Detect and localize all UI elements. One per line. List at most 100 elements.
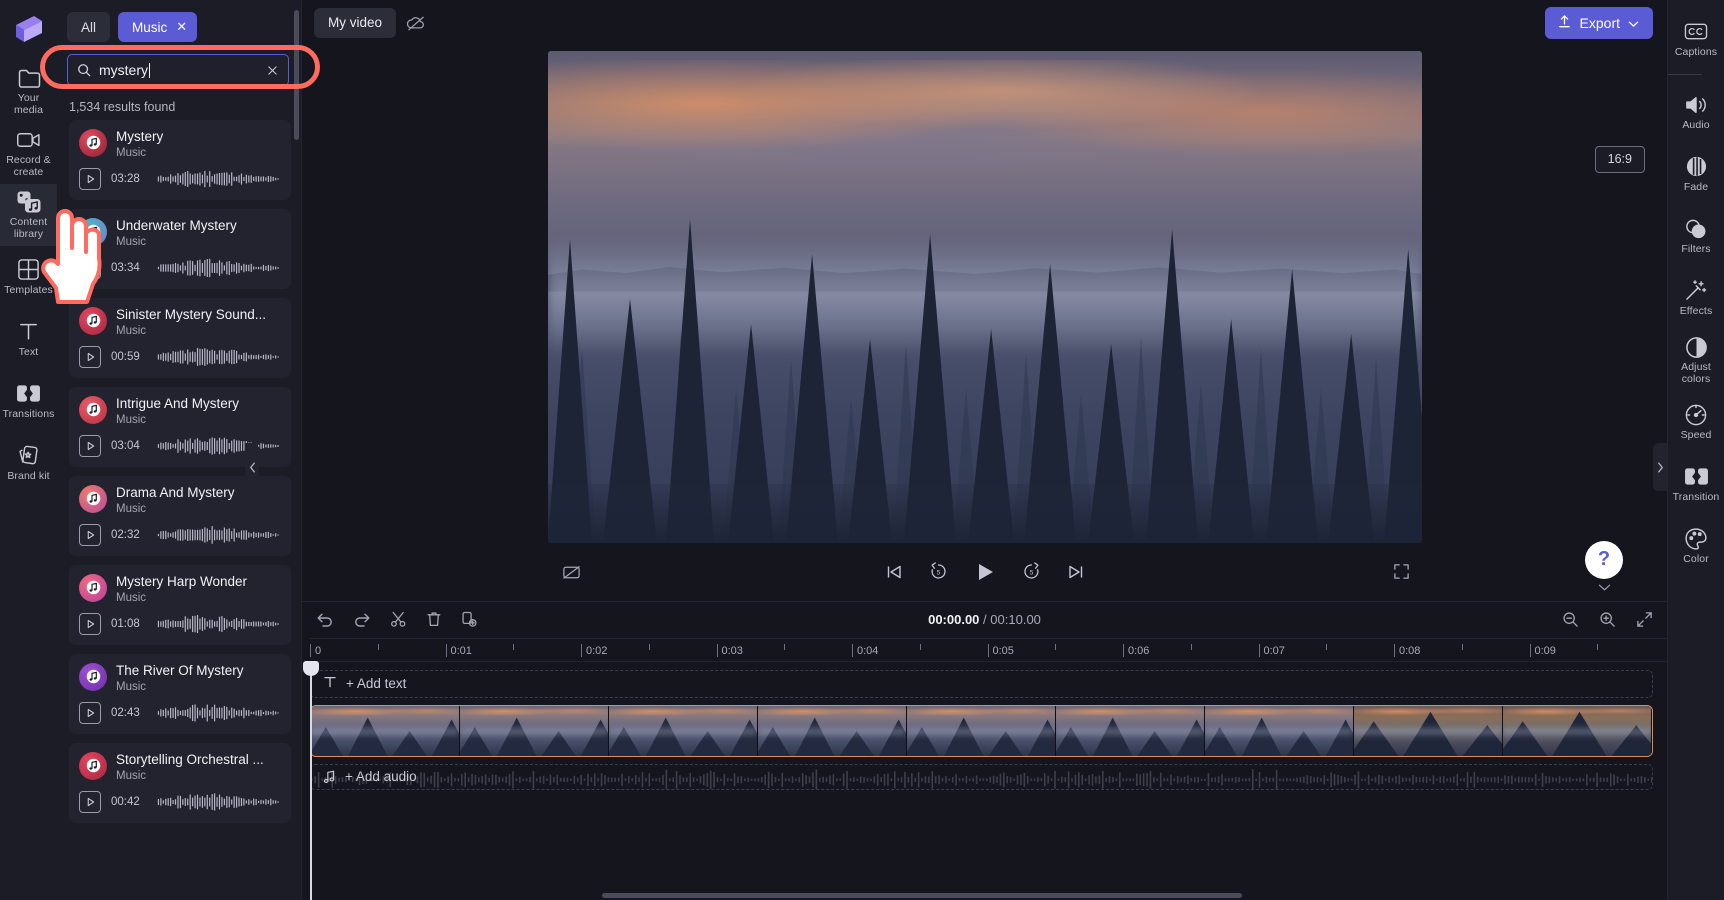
track-duration: 00:59 xyxy=(111,351,140,363)
sidebar-item-record-create[interactable]: Record & create xyxy=(0,122,57,184)
transport-controls: 5 5 xyxy=(885,561,1085,583)
properties-item-label: Speed xyxy=(1680,428,1712,441)
project-tab[interactable]: My video xyxy=(314,7,397,38)
fit-to-screen-icon[interactable] xyxy=(1636,611,1653,628)
video-preview[interactable] xyxy=(547,50,1422,543)
skip-to-start-icon[interactable] xyxy=(885,564,903,580)
library-filter-chips: All Music ✕ xyxy=(57,0,301,50)
track-waveform xyxy=(157,524,281,546)
timeline-ruler[interactable]: 0 0:01 0:02 0:03 0:04 0:05 0:06 0:07 0:08 0:09 xyxy=(310,637,1667,663)
audio-track-row: + Add audio xyxy=(310,763,1653,790)
search-wrapper: mystery xyxy=(57,50,301,92)
playhead-handle[interactable] xyxy=(303,660,319,676)
library-scrollbar[interactable] xyxy=(294,10,299,140)
properties-item-filters[interactable]: Filters xyxy=(1668,205,1724,267)
clipchamp-logo-icon[interactable] xyxy=(9,6,49,52)
play-icon[interactable] xyxy=(79,524,101,546)
filter-chip-music[interactable]: Music ✕ xyxy=(118,12,198,42)
list-item[interactable]: Sinister Mystery Sound... Music 00:59 xyxy=(69,298,291,378)
add-text-track[interactable]: + Add text xyxy=(310,669,1653,698)
list-item[interactable]: Mystery Harp Wonder Music 01:08 xyxy=(69,565,291,645)
play-icon[interactable] xyxy=(79,435,101,457)
skip-to-end-icon[interactable] xyxy=(1067,564,1085,580)
collapse-library-panel-button[interactable] xyxy=(245,443,259,491)
zoom-in-icon[interactable] xyxy=(1599,611,1616,628)
svg-text:5: 5 xyxy=(936,570,940,577)
track-controls: 00:59 xyxy=(79,346,281,368)
list-item[interactable]: The River Of Mystery Music 02:43 xyxy=(69,654,291,734)
ruler-minor-tick xyxy=(513,639,518,663)
music-track-list[interactable]: Mystery Music 03:28 Underwater Mystery Music… xyxy=(57,120,301,900)
clip-thumbnail xyxy=(460,705,609,756)
properties-item-color[interactable]: Color xyxy=(1668,515,1724,577)
video-clip[interactable] xyxy=(310,704,1653,757)
filter-chip-all-label: All xyxy=(81,19,97,35)
subtitles-off-icon[interactable] xyxy=(562,564,581,580)
track-header: Mystery Music xyxy=(79,129,281,159)
add-audio-track[interactable]: + Add audio xyxy=(310,763,1653,790)
redo-icon[interactable] xyxy=(353,612,371,628)
play-button[interactable] xyxy=(974,561,996,583)
music-note-icon xyxy=(86,313,101,330)
play-icon[interactable] xyxy=(79,257,101,279)
sidebar-item-label: Transitions xyxy=(2,407,55,420)
clip-thumbnail xyxy=(758,705,907,756)
help-button[interactable]: ? xyxy=(1585,540,1623,579)
sidebar-item-label: Your media xyxy=(13,92,44,116)
ruler-minor-tick xyxy=(1461,639,1467,663)
cloud-off-icon[interactable] xyxy=(406,15,426,31)
filter-chip-all[interactable]: All xyxy=(67,12,111,42)
music-note-icon xyxy=(86,580,101,597)
timeline-horizontal-scrollbar[interactable] xyxy=(602,893,1242,898)
transition-icon xyxy=(1683,465,1709,489)
clear-icon[interactable] xyxy=(266,64,279,77)
trash-icon[interactable] xyxy=(426,611,442,628)
album-art xyxy=(79,129,107,157)
track-waveform xyxy=(157,257,281,279)
properties-item-fade[interactable]: Fade xyxy=(1668,143,1724,205)
properties-item-audio[interactable]: Audio xyxy=(1668,81,1724,143)
scissors-icon[interactable] xyxy=(390,611,407,628)
play-icon[interactable] xyxy=(79,791,101,813)
sidebar-item-text[interactable]: Text xyxy=(0,308,57,370)
track-duration: 01:08 xyxy=(111,618,140,630)
play-icon[interactable] xyxy=(79,613,101,635)
list-item[interactable]: Underwater Mystery Music 03:34 xyxy=(69,209,291,289)
zoom-out-icon[interactable] xyxy=(1562,611,1579,628)
close-icon[interactable]: ✕ xyxy=(176,19,187,35)
fullscreen-icon[interactable] xyxy=(1393,563,1410,580)
export-button[interactable]: Export xyxy=(1544,6,1653,39)
properties-item-effects[interactable]: Effects xyxy=(1668,267,1724,329)
list-item[interactable]: Storytelling Orchestral ... Music 00:42 xyxy=(69,743,291,823)
properties-item-speed[interactable]: Speed xyxy=(1668,391,1724,453)
sidebar-item-templates[interactable]: Templates xyxy=(0,246,57,308)
play-icon[interactable] xyxy=(79,168,101,190)
track-duration: 00:42 xyxy=(111,796,140,808)
collapse-preview-chevron-icon[interactable] xyxy=(1598,581,1611,595)
track-duration: 03:28 xyxy=(111,173,140,185)
list-item[interactable]: Mystery Music 03:28 xyxy=(69,120,291,200)
audio-waveform xyxy=(311,768,1652,789)
rewind-5-icon[interactable]: 5 xyxy=(929,562,948,581)
sidebar-item-brand-kit[interactable]: Brand kit xyxy=(0,432,57,494)
timeline-playhead[interactable] xyxy=(303,660,319,900)
search-input[interactable]: mystery xyxy=(67,54,289,86)
sidebar-item-label: Record & create xyxy=(6,154,51,178)
sidebar-item-label: Content library xyxy=(9,216,48,240)
sidebar-item-transitions[interactable]: Transitions xyxy=(0,370,57,432)
aspect-ratio-badge[interactable]: 16:9 xyxy=(1594,145,1645,173)
ruler-tick: 0:03 xyxy=(716,639,743,663)
properties-item-adjust-colors[interactable]: Adjust colors xyxy=(1668,329,1724,391)
duplicate-icon[interactable] xyxy=(461,611,478,628)
track-meta: Mystery Music xyxy=(116,129,281,159)
sidebar-item-content-library[interactable]: Content library xyxy=(0,184,57,246)
ruler-tick: 0:04 xyxy=(852,639,878,663)
properties-item-captions[interactable]: Captions xyxy=(1668,8,1724,70)
undo-icon[interactable] xyxy=(316,612,334,628)
collapse-properties-panel-button[interactable] xyxy=(1653,443,1667,491)
play-icon[interactable] xyxy=(79,702,101,724)
sidebar-item-your-media[interactable]: Your media xyxy=(0,60,57,122)
play-icon[interactable] xyxy=(79,346,101,368)
properties-item-transition[interactable]: Transition xyxy=(1668,453,1724,515)
forward-5-icon[interactable]: 5 xyxy=(1022,562,1041,581)
